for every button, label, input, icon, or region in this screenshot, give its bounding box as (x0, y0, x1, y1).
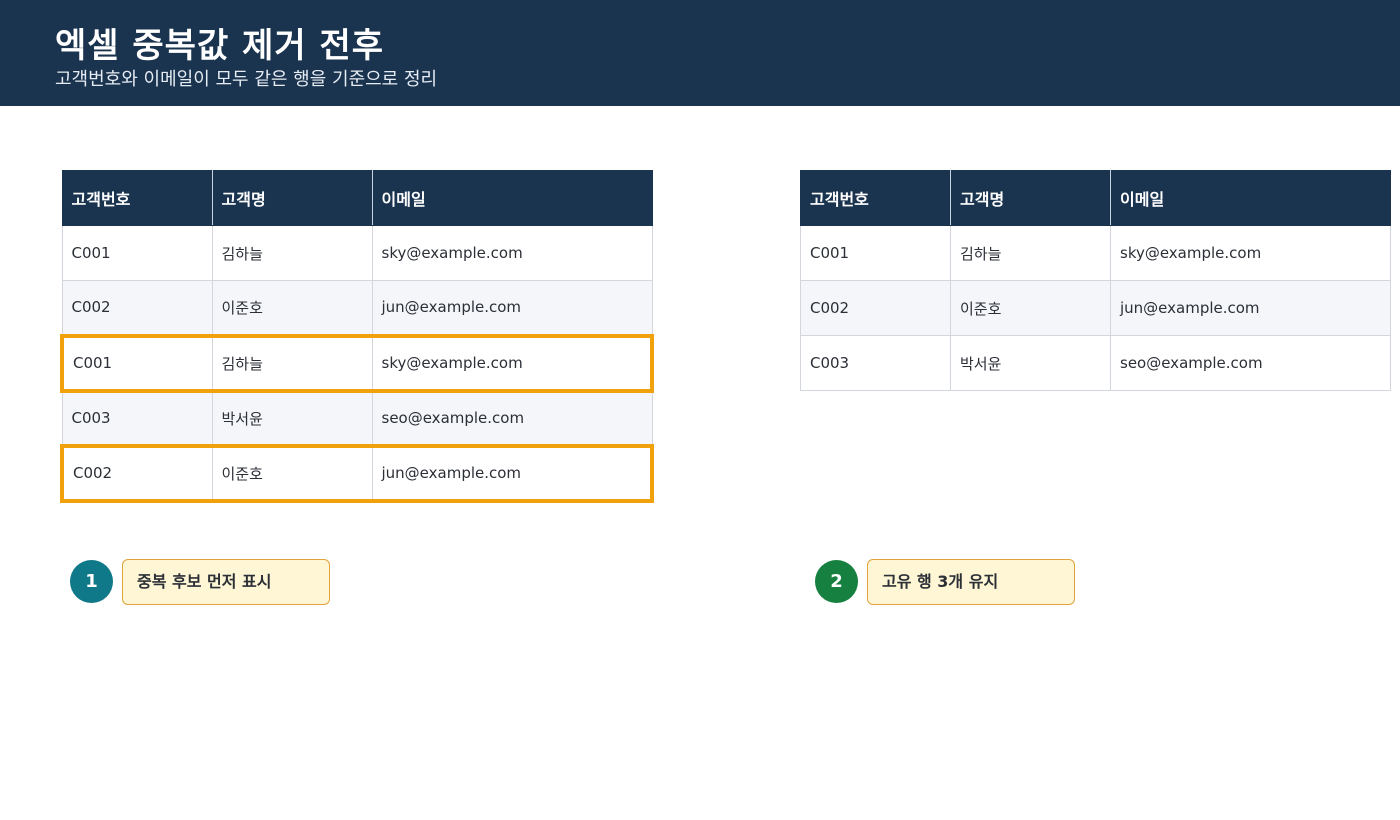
before-table: 고객번호 고객명 이메일 C001 김하늘 sky@example.com C0… (60, 170, 654, 503)
column-header-name[interactable]: 고객명 (211, 170, 373, 226)
table-row[interactable]: C001 김하늘 sky@example.com (800, 225, 1391, 281)
cell-id[interactable]: C001 (800, 225, 951, 281)
page-title: 엑셀 중복값 제거 전후 (55, 26, 385, 66)
cell-id[interactable]: C002 (61, 280, 213, 336)
cell-id[interactable]: C001 (60, 333, 213, 393)
cell-name[interactable]: 이준호 (211, 280, 373, 336)
table-header-row: 고객번호 고객명 이메일 (61, 170, 653, 226)
column-header-id[interactable]: 고객번호 (61, 170, 213, 226)
duplicate-table-row[interactable]: C002 이준호 jun@example.com (60, 443, 654, 503)
after-table: 고객번호 고객명 이메일 C001 김하늘 sky@example.com C0… (800, 170, 1391, 391)
cell-email[interactable]: sky@example.com (371, 333, 654, 393)
cell-email[interactable]: seo@example.com (1110, 335, 1391, 391)
step-note: 중복 후보 먼저 표시 (122, 559, 330, 605)
cell-email[interactable]: jun@example.com (1110, 280, 1391, 336)
table-row[interactable]: C003 박서윤 seo@example.com (61, 390, 653, 446)
cell-name[interactable]: 김하늘 (950, 225, 1111, 281)
step-note: 고유 행 3개 유지 (867, 559, 1075, 605)
duplicate-table-row[interactable]: C001 김하늘 sky@example.com (60, 333, 654, 393)
cell-name[interactable]: 김하늘 (211, 225, 373, 281)
table-row[interactable]: C002 이준호 jun@example.com (800, 280, 1391, 336)
cell-email[interactable]: jun@example.com (371, 443, 654, 503)
column-header-id[interactable]: 고객번호 (800, 170, 951, 226)
cell-id[interactable]: C001 (61, 225, 213, 281)
cell-name[interactable]: 박서윤 (211, 390, 373, 446)
step-number-badge: 1 (70, 560, 113, 603)
cell-id[interactable]: C002 (800, 280, 951, 336)
cell-email[interactable]: sky@example.com (1110, 225, 1391, 281)
table-row[interactable]: C003 박서윤 seo@example.com (800, 335, 1391, 391)
cell-id[interactable]: C002 (60, 443, 213, 503)
table-row[interactable]: C001 김하늘 sky@example.com (61, 225, 653, 281)
table-row[interactable]: C002 이준호 jun@example.com (61, 280, 653, 336)
cell-name[interactable]: 이준호 (950, 280, 1111, 336)
column-header-email[interactable]: 이메일 (1110, 170, 1391, 226)
table-header-row: 고객번호 고객명 이메일 (800, 170, 1391, 226)
column-header-name[interactable]: 고객명 (950, 170, 1111, 226)
page-header: 엑셀 중복값 제거 전후 고객번호와 이메일이 모두 같은 행을 기준으로 정리 (0, 0, 1400, 106)
step-number-badge: 2 (815, 560, 858, 603)
cell-name[interactable]: 이준호 (211, 443, 373, 503)
cell-email[interactable]: sky@example.com (371, 225, 653, 281)
cell-id[interactable]: C003 (800, 335, 951, 391)
cell-name[interactable]: 박서윤 (950, 335, 1111, 391)
cell-name[interactable]: 김하늘 (211, 333, 373, 393)
column-header-email[interactable]: 이메일 (371, 170, 653, 226)
cell-id[interactable]: C003 (61, 390, 213, 446)
page-subtitle: 고객번호와 이메일이 모두 같은 행을 기준으로 정리 (55, 69, 438, 90)
cell-email[interactable]: seo@example.com (371, 390, 653, 446)
cell-email[interactable]: jun@example.com (371, 280, 653, 336)
